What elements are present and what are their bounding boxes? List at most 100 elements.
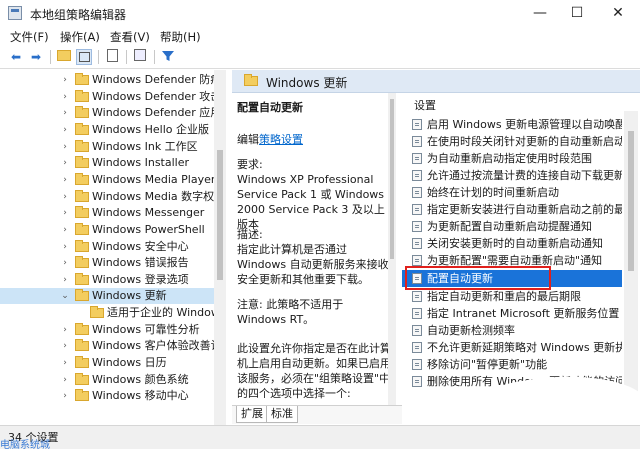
- setting-label: 在使用时段关闭针对更新的自动重新启动: [427, 135, 622, 148]
- note-text: 注意: 此策略不适用于 Windows RT。: [237, 298, 344, 326]
- setting-row[interactable]: 自动更新检测频率: [402, 322, 622, 339]
- tree-item-label: Windows 日历: [92, 356, 167, 369]
- tree-item[interactable]: › Windows Hello 企业版: [0, 122, 214, 138]
- help-icon[interactable]: [132, 49, 148, 65]
- tree-item-windows-update[interactable]: ⌄ Windows 更新: [0, 288, 214, 304]
- up-folder-icon[interactable]: [56, 49, 72, 65]
- policy-setting-icon: [412, 170, 422, 181]
- category-header: Windows 更新: [232, 70, 640, 93]
- setting-label: 指定 Intranet Microsoft 更新服务位置: [427, 307, 620, 320]
- chevron-right-icon[interactable]: ›: [60, 89, 70, 105]
- chevron-right-icon[interactable]: ›: [60, 222, 70, 238]
- setting-row[interactable]: 启用 Windows 更新电源管理以自动唤醒系统: [402, 116, 622, 133]
- menu-view[interactable]: 查看(V): [110, 29, 150, 45]
- menu-file[interactable]: 文件(F): [10, 29, 49, 45]
- tab-extended[interactable]: 扩展: [236, 406, 268, 423]
- setting-label: 为更新配置自动重新启动提醒通知: [427, 220, 592, 233]
- chevron-right-icon[interactable]: ›: [60, 172, 70, 188]
- setting-row[interactable]: 关闭安装更新时的自动重新启动通知: [402, 235, 622, 252]
- chevron-right-icon[interactable]: ›: [60, 139, 70, 155]
- tree-item[interactable]: › Windows PowerShell: [0, 222, 214, 238]
- tree-item[interactable]: › Windows Defender 攻击防护: [0, 89, 214, 105]
- chevron-right-icon[interactable]: ›: [60, 272, 70, 288]
- tree-scrollbar[interactable]: [214, 70, 226, 425]
- setting-row[interactable]: 移除访问"暂停更新"功能: [402, 356, 622, 373]
- chevron-right-icon[interactable]: ›: [60, 122, 70, 138]
- chevron-right-icon[interactable]: ›: [60, 388, 70, 404]
- chevron-right-icon[interactable]: ›: [60, 155, 70, 171]
- tree-item[interactable]: › Windows Media 数字权限管理: [0, 189, 214, 205]
- tree-item[interactable]: › Windows 客户体验改善计划: [0, 338, 214, 354]
- chevron-right-icon[interactable]: ›: [60, 72, 70, 88]
- tree-scrollbar-thumb[interactable]: [217, 150, 223, 280]
- minimize-button[interactable]: —: [520, 0, 560, 26]
- tree-item[interactable]: › Windows Ink 工作区: [0, 139, 214, 155]
- setting-row[interactable]: 不允许更新延期策略对 Windows 更新执行扫描: [402, 339, 622, 356]
- tree-item-label: Windows PowerShell: [92, 223, 205, 236]
- edit-policy-link[interactable]: 策略设置: [259, 133, 303, 146]
- chevron-right-icon[interactable]: ›: [60, 105, 70, 121]
- settings-scrollbar-thumb[interactable]: [628, 131, 634, 271]
- description-scrollbar[interactable]: [388, 93, 396, 405]
- tree-item[interactable]: › Windows 错误报告: [0, 255, 214, 271]
- folder-icon: [75, 90, 89, 102]
- setting-row[interactable]: 为更新配置自动重新启动提醒通知: [402, 218, 622, 235]
- setting-row[interactable]: 为自动重新启动指定使用时段范围: [402, 150, 622, 167]
- description-scrollbar-thumb[interactable]: [390, 99, 394, 259]
- export-list-icon[interactable]: [104, 49, 120, 65]
- close-button[interactable]: ✕: [598, 0, 638, 26]
- setting-row[interactable]: 指定自动更新和重启的最后期限: [402, 288, 622, 305]
- tree-item[interactable]: › Windows Defender 应用程序防护: [0, 105, 214, 121]
- chevron-right-icon[interactable]: ›: [60, 372, 70, 388]
- folder-icon: [90, 306, 104, 318]
- tree-item[interactable]: 适用于企业的 Windows 更新: [0, 305, 214, 321]
- forward-arrow-icon[interactable]: ➡: [28, 49, 44, 65]
- setting-label: 自动更新检测频率: [427, 324, 515, 337]
- tree-item[interactable]: › Windows Media Player: [0, 172, 214, 188]
- show-tree-icon[interactable]: [76, 49, 92, 65]
- tree-item[interactable]: › Windows 日历: [0, 355, 214, 371]
- window-title: 本地组策略编辑器: [30, 8, 127, 22]
- menu-bar: 文件(F) 操作(A) 查看(V) 帮助(H): [0, 26, 640, 46]
- setting-row[interactable]: 指定更新安装进行自动重新启动之前的最后期限: [402, 201, 622, 218]
- more-text: 此设置允许你指定是否在此计算机上启用自动更新。如果已启用该服务，必须在"组策略设…: [237, 342, 391, 400]
- setting-label: 移除访问"暂停更新"功能: [427, 358, 548, 371]
- maximize-button[interactable]: ☐: [557, 0, 597, 26]
- back-arrow-icon[interactable]: ⬅: [8, 49, 24, 65]
- setting-row[interactable]: 始终在计划的时间重新启动: [402, 184, 622, 201]
- tree-item[interactable]: › Windows Messenger: [0, 205, 214, 221]
- menu-help[interactable]: 帮助(H): [160, 29, 201, 45]
- chevron-right-icon[interactable]: ›: [60, 189, 70, 205]
- tree-item[interactable]: › Windows 安全中心: [0, 239, 214, 255]
- folder-icon: [75, 356, 89, 368]
- filter-icon[interactable]: [160, 49, 176, 65]
- tree-item-label: Windows Defender 防病毒: [92, 73, 214, 86]
- menu-action[interactable]: 操作(A): [60, 29, 100, 45]
- status-bar: 34 个设置: [0, 425, 640, 449]
- folder-icon: [75, 223, 89, 235]
- tree-item[interactable]: › Windows 可靠性分析: [0, 322, 214, 338]
- gpedit-app-icon: [8, 6, 22, 20]
- chevron-right-icon[interactable]: ›: [60, 355, 70, 371]
- setting-row[interactable]: 指定 Intranet Microsoft 更新服务位置: [402, 305, 622, 322]
- folder-icon: [75, 173, 89, 185]
- tab-standard[interactable]: 标准: [266, 406, 298, 423]
- chevron-right-icon[interactable]: ›: [60, 255, 70, 271]
- policy-setting-icon: [412, 308, 422, 319]
- chevron-right-icon[interactable]: ›: [60, 239, 70, 255]
- chevron-right-icon[interactable]: ›: [60, 338, 70, 354]
- setting-row[interactable]: 允许通过按流量计费的连接自动下载更新: [402, 167, 622, 184]
- tree-item[interactable]: › Windows 颜色系统: [0, 372, 214, 388]
- settings-column-header[interactable]: 设置: [414, 97, 436, 113]
- tree-item[interactable]: › Windows Defender 防病毒: [0, 72, 214, 88]
- chevron-right-icon[interactable]: ›: [60, 205, 70, 221]
- category-title: Windows 更新: [266, 76, 348, 90]
- chevron-down-icon[interactable]: ⌄: [60, 288, 70, 304]
- toolbar-separator: [50, 50, 51, 64]
- tree-item[interactable]: › Windows 登录选项: [0, 272, 214, 288]
- chevron-right-icon[interactable]: ›: [60, 322, 70, 338]
- settings-scrollbar[interactable]: [624, 111, 638, 405]
- setting-row[interactable]: 在使用时段关闭针对更新的自动重新启动: [402, 133, 622, 150]
- tree-item[interactable]: › Windows Installer: [0, 155, 214, 171]
- tree-item[interactable]: › Windows 移动中心: [0, 388, 214, 404]
